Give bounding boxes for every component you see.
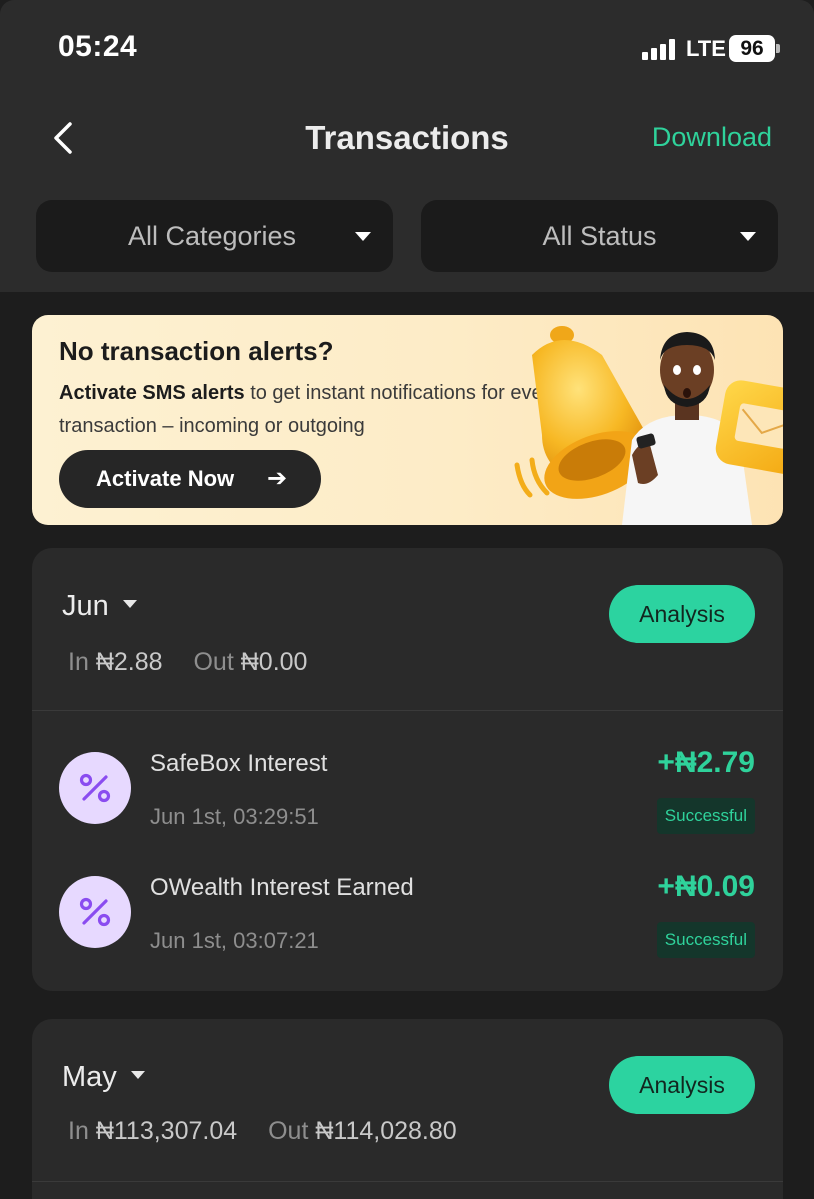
month-card-may: May In ₦113,307.04 Out ₦114,028.80 Analy… (32, 1019, 783, 1199)
month-summary: In ₦113,307.04 Out ₦114,028.80 (68, 1117, 457, 1146)
battery-tip (776, 44, 780, 53)
transaction-row[interactable]: OWealth Interest Earned Jun 1st, 03:07:2… (32, 862, 783, 972)
month-label: May (62, 1061, 117, 1093)
banner-illustration: 1 (514, 326, 783, 525)
category-filter-dropdown[interactable]: All Categories (36, 200, 393, 272)
battery-icon: 96 (729, 35, 775, 62)
month-label: Jun (62, 590, 109, 622)
caret-down-icon (130, 1071, 145, 1080)
status-badge: Successful (656, 798, 755, 834)
caret-down-icon (355, 232, 371, 241)
transactions-screen: 05:24 LTE 96 Transactions Download All C… (0, 0, 814, 1199)
status-badge: Successful (656, 922, 755, 958)
header-area: 05:24 LTE 96 Transactions Download All C… (0, 0, 814, 292)
transaction-time: Jun 1st, 03:29:51 (150, 804, 319, 829)
percent-icon (79, 897, 111, 927)
caret-down-icon (740, 232, 756, 241)
transaction-amount: +₦0.09 (657, 870, 755, 903)
transaction-icon (59, 876, 131, 948)
sms-alert-banner[interactable]: No transaction alerts? Activate SMS aler… (32, 315, 783, 525)
analysis-button[interactable]: Analysis (609, 585, 755, 643)
transaction-title: OWealth Interest Earned (150, 874, 414, 901)
transaction-title: SafeBox Interest (150, 750, 328, 777)
banner-title: No transaction alerts? (59, 336, 334, 366)
out-value: ₦114,028.80 (315, 1117, 457, 1145)
in-value: ₦113,307.04 (95, 1117, 238, 1145)
out-label: Out (268, 1117, 309, 1145)
activate-now-label: Activate Now (96, 466, 235, 491)
status-time: 05:24 (58, 30, 138, 63)
category-filter-label: All Categories (127, 221, 297, 251)
transaction-icon (59, 752, 131, 824)
month-summary: In ₦2.88 Out ₦0.00 (68, 648, 307, 677)
envelope-icon: 1 (715, 380, 783, 475)
download-button[interactable]: Download (652, 122, 772, 153)
network-label: LTE (686, 36, 726, 61)
activate-now-button[interactable]: Activate Now ➔ (59, 450, 321, 508)
in-value: ₦2.88 (95, 648, 163, 676)
transaction-time: Jun 1st, 03:07:21 (150, 928, 319, 953)
in-label: In (68, 648, 89, 676)
out-value: ₦0.00 (240, 648, 308, 676)
in-label: In (68, 1117, 89, 1145)
month-selector[interactable]: May (62, 1061, 145, 1094)
analysis-button[interactable]: Analysis (609, 1056, 755, 1114)
month-card-jun: Jun In ₦2.88 Out ₦0.00 Analysis SafeBox … (32, 548, 783, 991)
out-label: Out (193, 648, 234, 676)
transaction-row[interactable]: SafeBox Interest Jun 1st, 03:29:51 +₦2.7… (32, 738, 783, 848)
transaction-amount: +₦2.79 (657, 746, 755, 779)
status-filter-label: All Status (542, 221, 657, 251)
divider (32, 1181, 783, 1182)
status-filter-dropdown[interactable]: All Status (421, 200, 778, 272)
banner-desc-bold: Activate SMS alerts (59, 382, 245, 404)
signal-icon (642, 38, 678, 60)
divider (32, 710, 783, 711)
percent-icon (79, 773, 111, 803)
month-selector[interactable]: Jun (62, 590, 137, 623)
arrow-right-icon: ➔ (267, 465, 288, 492)
caret-down-icon (122, 600, 137, 609)
